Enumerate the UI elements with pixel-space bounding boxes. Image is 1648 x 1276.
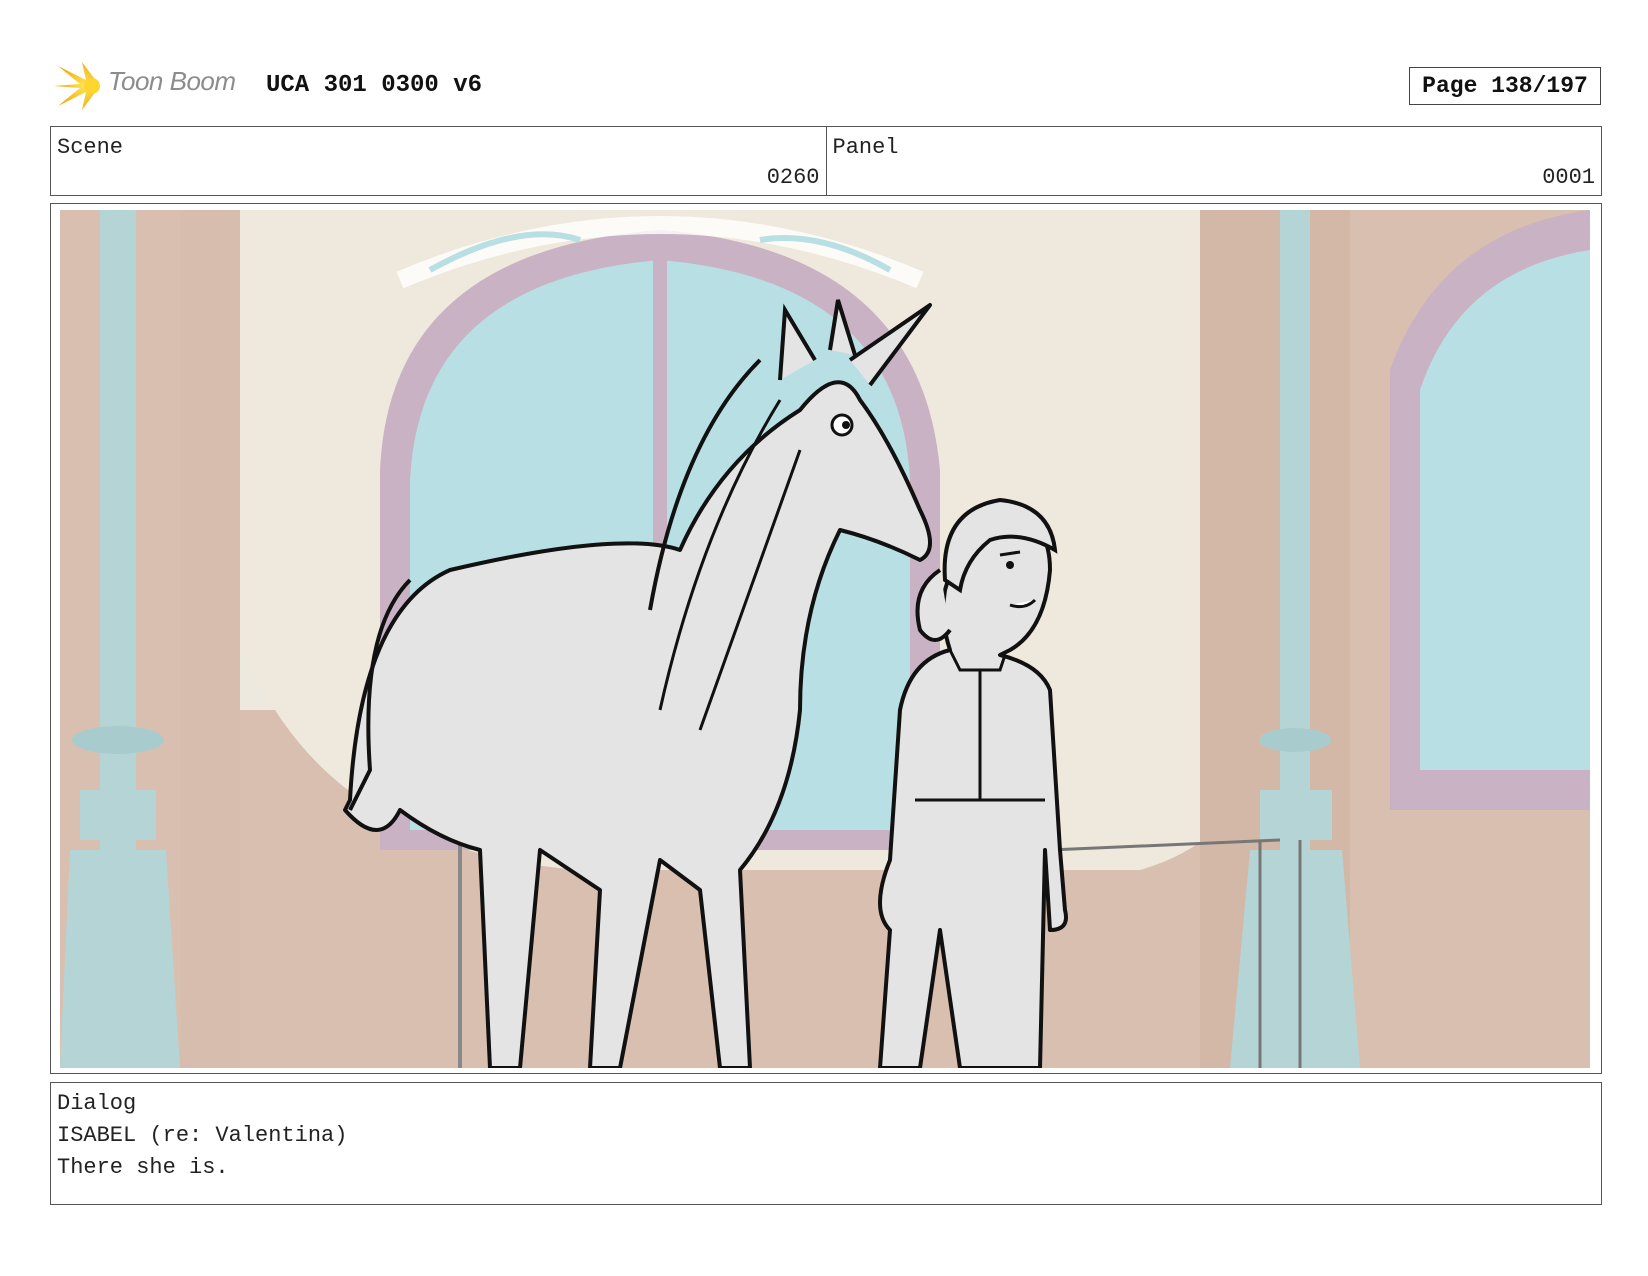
page-number: Page 138/197	[1409, 67, 1601, 105]
dialog-line: There she is.	[57, 1155, 229, 1180]
logo-text: Toon Boom	[108, 66, 236, 96]
scene-label: Scene	[57, 135, 124, 160]
scene-cell: Scene 0260	[51, 127, 826, 195]
scene-number: 0260	[766, 165, 820, 190]
scene-panel-info: Scene 0260 Panel 0001	[50, 126, 1602, 196]
document-title: UCA 301 0300 v6	[266, 72, 483, 99]
toon-boom-logo: Toon Boom	[52, 58, 252, 114]
starburst-icon	[54, 62, 100, 110]
panel-number: 0001	[1542, 165, 1595, 190]
panel-label: Panel	[832, 135, 899, 160]
dialog-label: Dialog	[57, 1091, 137, 1116]
panel-cell: Panel 0001	[825, 127, 1602, 195]
dialog-speaker: ISABEL (re: Valentina)	[57, 1123, 348, 1148]
dialog-box: Dialog ISABEL (re: Valentina) There she …	[50, 1082, 1602, 1205]
storyboard-drawing	[60, 210, 1590, 1068]
